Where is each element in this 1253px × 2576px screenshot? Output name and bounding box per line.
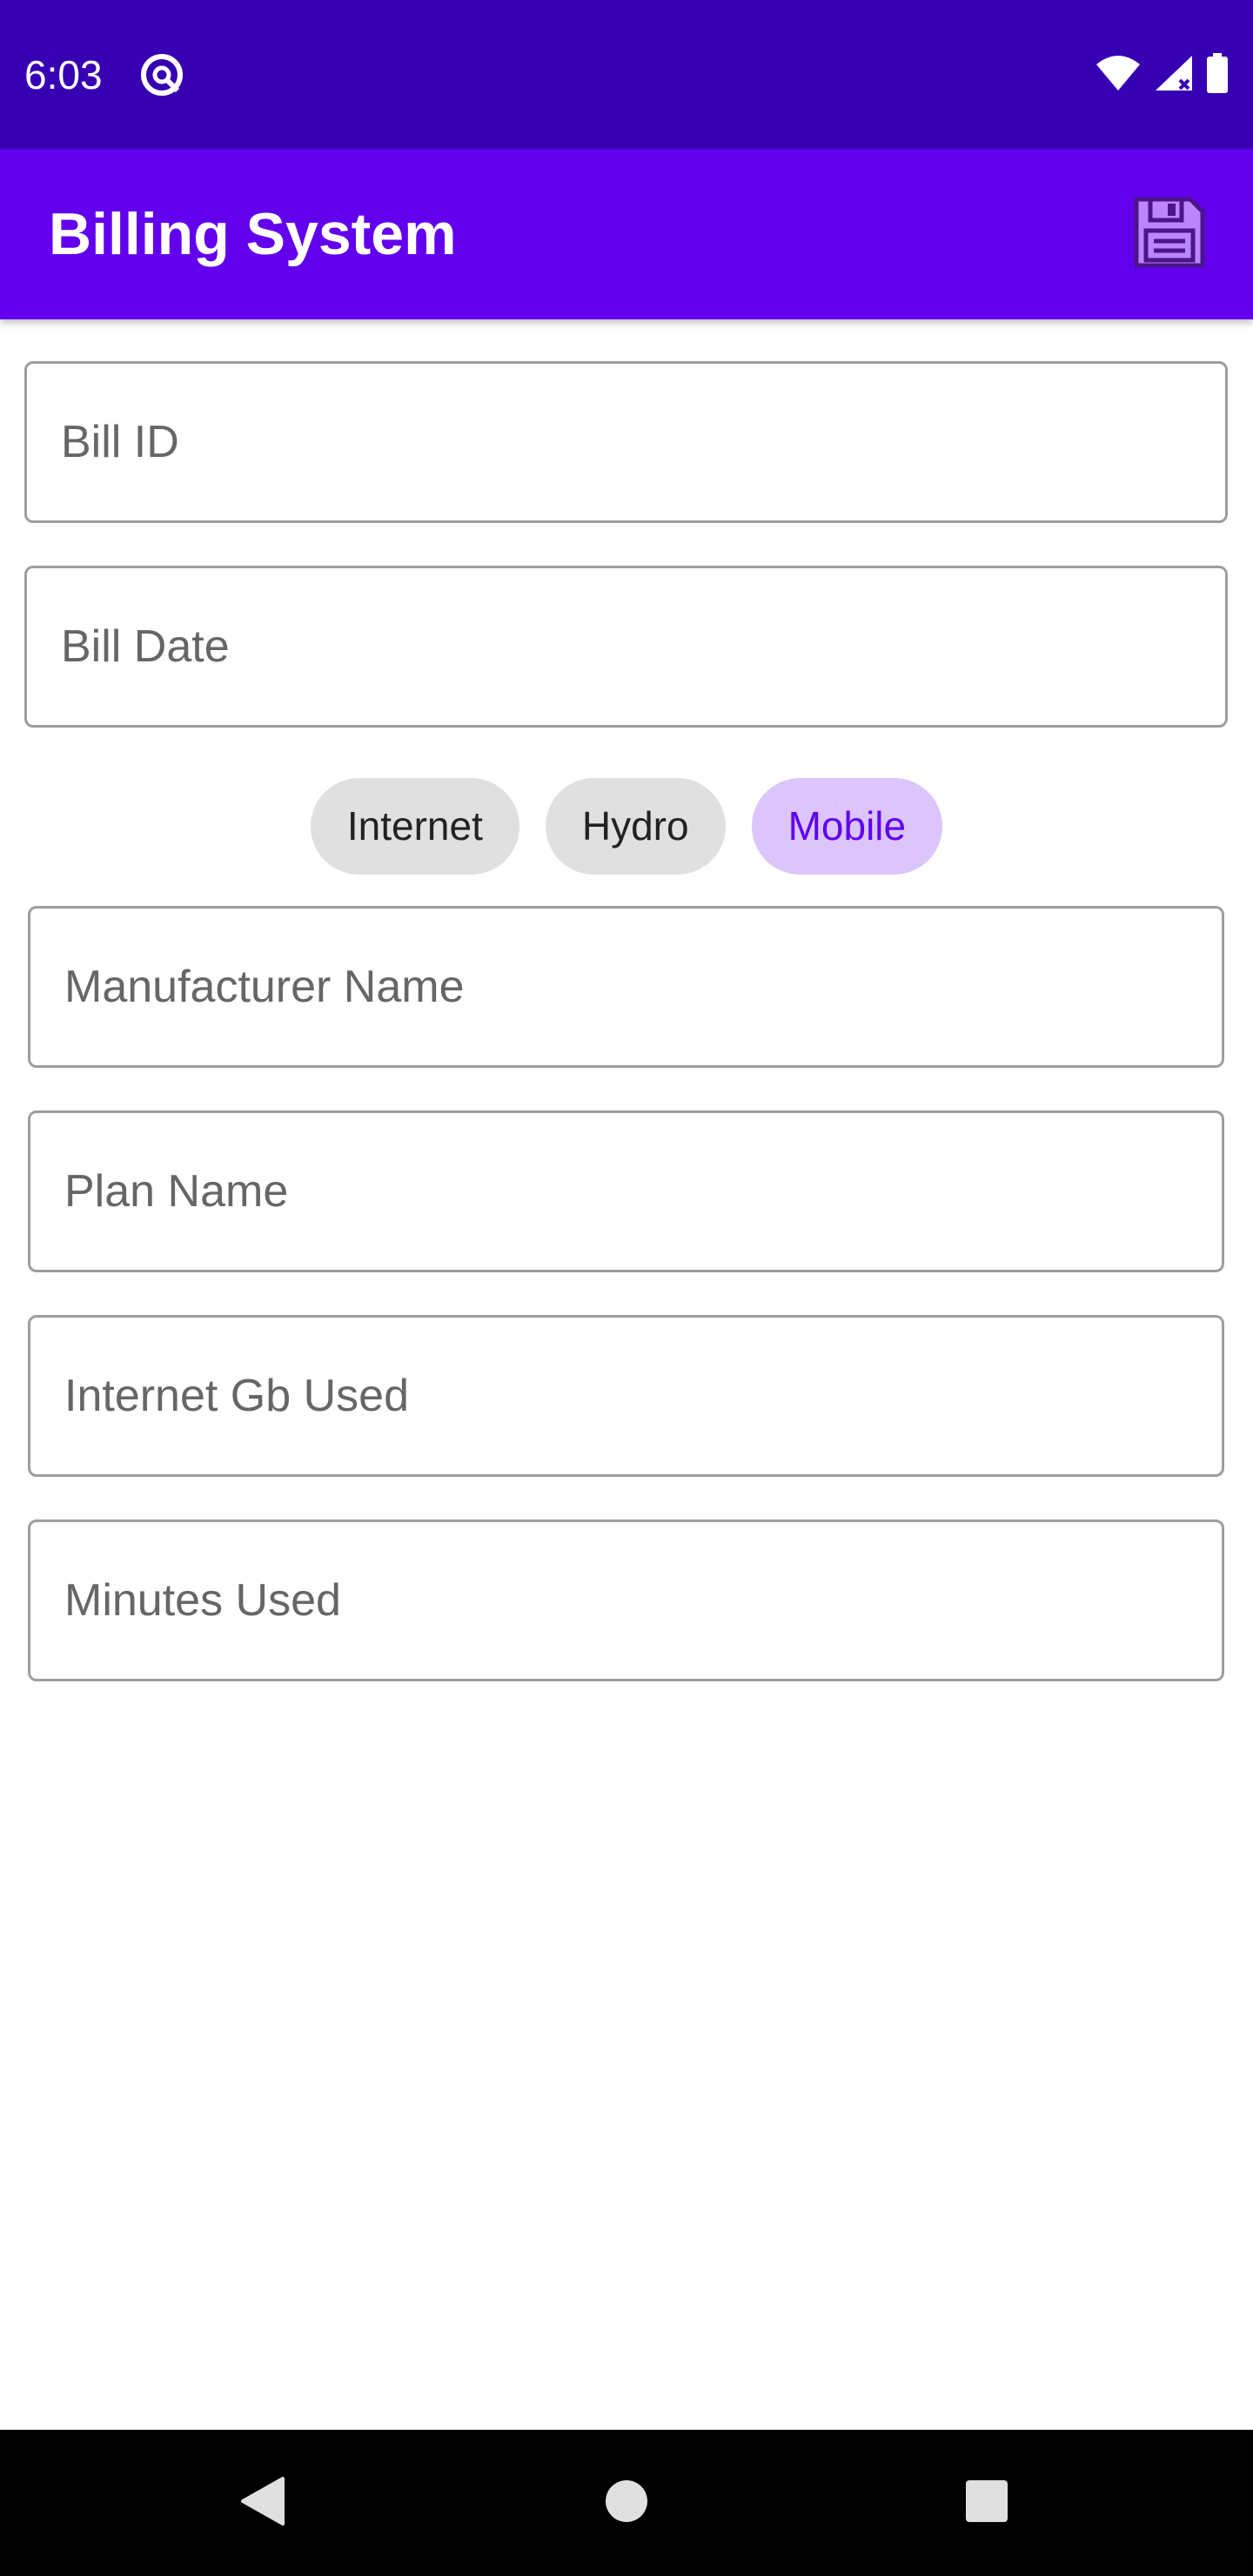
wifi-icon — [1095, 54, 1142, 97]
notification-app-icon — [139, 52, 184, 97]
status-bar: 6:03 — [0, 0, 1253, 149]
recents-square-icon — [964, 2479, 1009, 2528]
nav-home-button[interactable] — [557, 2430, 696, 2576]
chip-internet[interactable]: Internet — [310, 778, 519, 875]
system-nav-bar — [0, 2430, 1253, 2576]
status-time: 6:03 — [24, 52, 103, 97]
plan-name-field[interactable] — [28, 1110, 1224, 1272]
manufacturer-name-input[interactable] — [64, 961, 1222, 1013]
cell-signal-icon — [1154, 54, 1194, 97]
internet-gb-used-field[interactable] — [28, 1315, 1224, 1477]
minutes-used-input[interactable] — [64, 1574, 1222, 1627]
battery-icon — [1206, 52, 1229, 97]
bill-type-chip-group: Internet Hydro Mobile — [0, 778, 1253, 875]
manufacturer-name-field[interactable] — [28, 906, 1224, 1068]
minutes-used-field[interactable] — [28, 1519, 1224, 1681]
page-title: Billing System — [49, 201, 457, 267]
plan-name-input[interactable] — [64, 1165, 1222, 1218]
bill-date-field[interactable] — [24, 566, 1228, 728]
internet-gb-used-input[interactable] — [64, 1370, 1222, 1422]
status-icons — [1095, 52, 1229, 97]
home-circle-icon — [604, 2479, 649, 2528]
bill-id-field[interactable] — [24, 361, 1228, 523]
bill-date-input[interactable] — [61, 621, 1225, 673]
chip-mobile[interactable]: Mobile — [751, 778, 943, 875]
nav-back-button[interactable] — [192, 2430, 332, 2576]
bill-id-input[interactable] — [61, 416, 1225, 468]
floppy-disk-save-icon — [1133, 196, 1206, 273]
chip-hydro[interactable]: Hydro — [545, 778, 726, 875]
save-button[interactable] — [1128, 192, 1211, 276]
back-triangle-icon — [238, 2475, 286, 2532]
nav-recents-button[interactable] — [917, 2430, 1056, 2576]
app-bar: Billing System — [0, 149, 1253, 319]
